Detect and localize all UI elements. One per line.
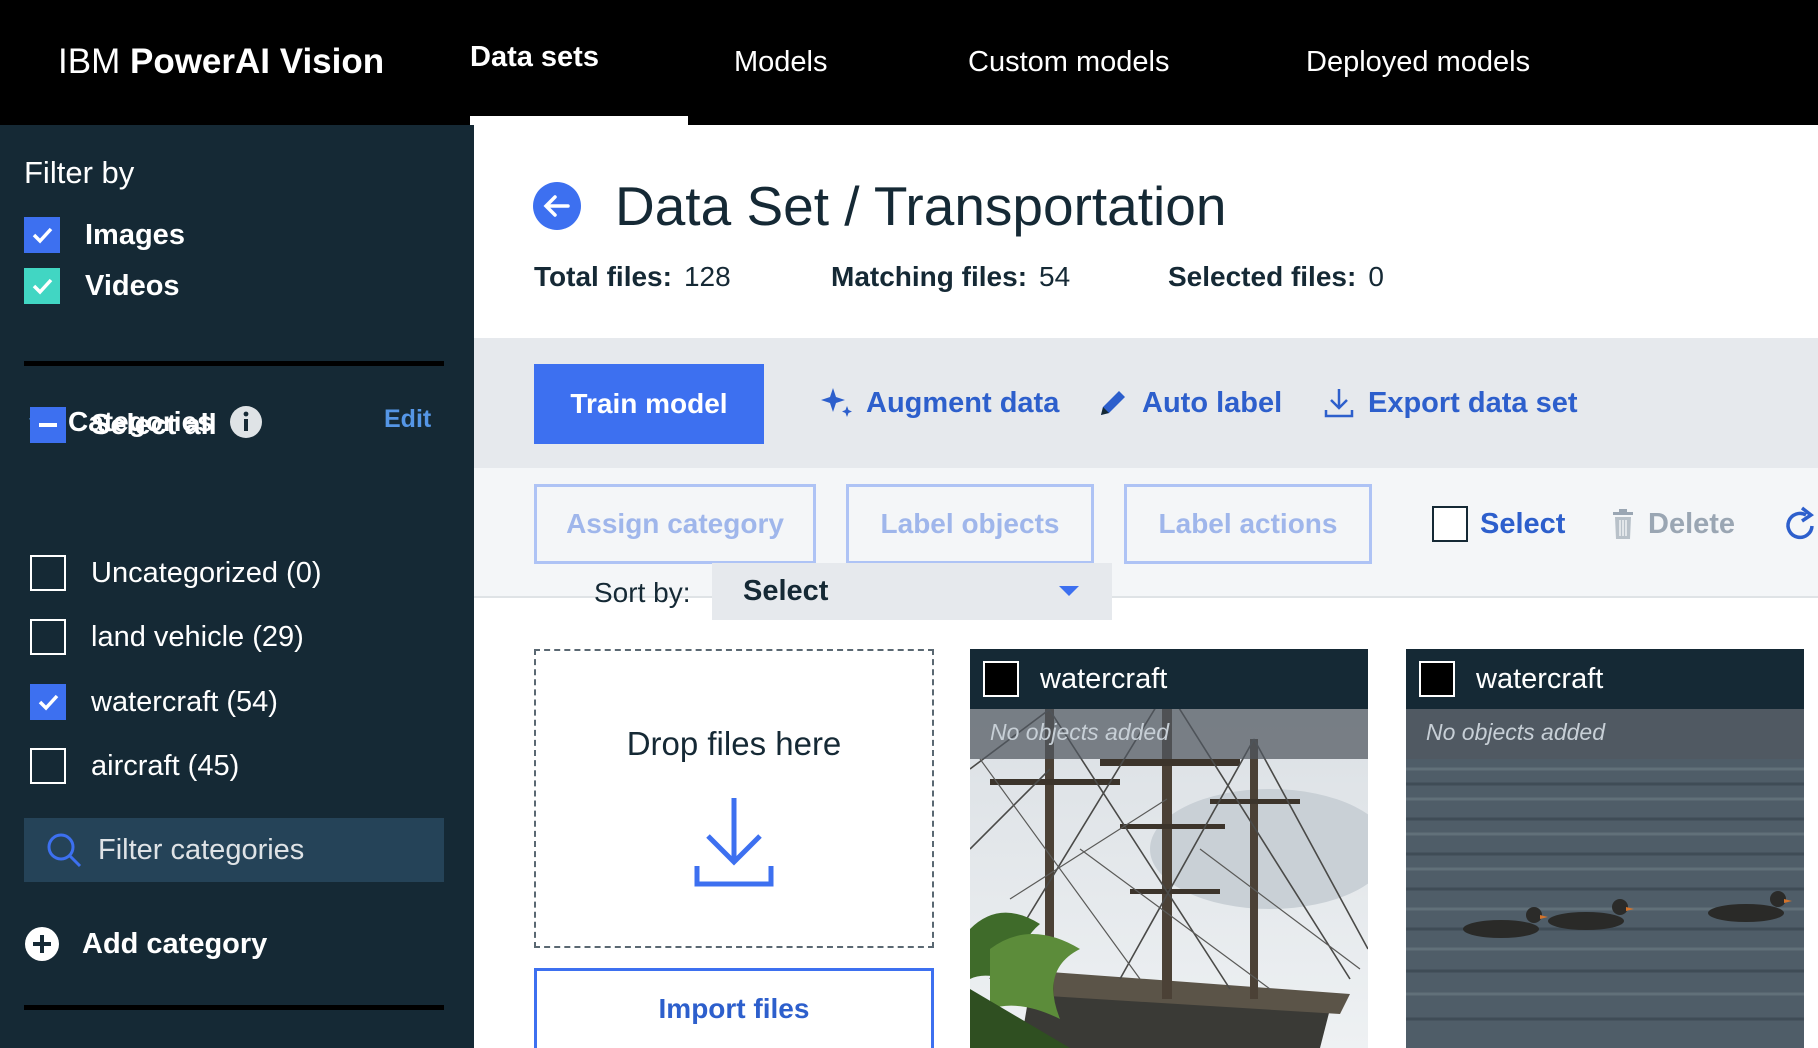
top-navigation: IBM PowerAI Vision Data sets Models Cust…	[0, 0, 1818, 125]
card-select-checkbox[interactable]	[1419, 661, 1455, 697]
checkbox-empty-icon	[30, 555, 66, 591]
file-drop-zone[interactable]: Drop files here	[534, 649, 934, 948]
active-tab-indicator	[470, 116, 688, 125]
checkbox-checked-icon	[24, 217, 60, 253]
sidebar-divider	[24, 1005, 444, 1010]
filter-sidebar: Filter by Images Videos Categories Edit …	[0, 125, 474, 1048]
checkbox-indeterminate-icon	[30, 407, 66, 443]
checkbox-empty-icon	[30, 619, 66, 655]
sort-by-dropdown[interactable]: Select	[712, 563, 1112, 620]
filter-categories-field[interactable]	[24, 818, 444, 882]
add-category-label: Add category	[82, 927, 268, 960]
stat-key: Total files:	[534, 261, 672, 292]
delete-label: Delete	[1648, 507, 1736, 540]
category-label: Uncategorized (0)	[91, 557, 322, 589]
sidebar-divider	[24, 361, 444, 366]
sort-selected-value: Select	[743, 575, 829, 607]
category-land-vehicle-checkbox[interactable]: land vehicle (29)	[30, 619, 304, 655]
download-icon	[1324, 389, 1354, 418]
matching-files-stat: Matching files: 54	[831, 259, 1070, 295]
tab-label: Data sets	[470, 41, 599, 73]
delete-button[interactable]: Delete	[1612, 504, 1735, 544]
edit-categories-link[interactable]: Edit	[384, 405, 431, 434]
tab-data-sets[interactable]: Data sets	[470, 0, 688, 125]
card-category: watercraft	[1476, 663, 1604, 695]
sort-by-label: Sort by:	[594, 577, 691, 608]
brand-ibm: IBM	[58, 42, 121, 81]
category-aircraft-checkbox[interactable]: aircraft (45)	[30, 748, 239, 784]
total-files-stat: Total files: 128	[534, 259, 731, 295]
brand-product: PowerAI Vision	[129, 42, 385, 81]
refresh-icon[interactable]	[1784, 504, 1818, 544]
add-circle-icon	[25, 927, 59, 961]
add-category-button[interactable]: Add category	[24, 924, 267, 964]
tab-deployed-models[interactable]: Deployed models	[1306, 0, 1530, 125]
search-icon	[47, 833, 82, 868]
page-title: Data Set / Transportation	[615, 175, 1227, 237]
filter-categories-input[interactable]	[98, 833, 438, 867]
filter-videos-checkbox[interactable]: Videos	[24, 268, 180, 304]
tab-label: Models	[734, 46, 828, 78]
app-brand: IBM PowerAI Vision	[58, 40, 384, 84]
auto-label-button[interactable]: Auto label	[1096, 378, 1282, 428]
tab-models[interactable]: Models	[734, 0, 828, 125]
stat-key: Matching files:	[831, 261, 1028, 292]
stat-value: 128	[683, 261, 731, 292]
file-card[interactable]: watercraft No objects added	[970, 649, 1368, 1048]
category-uncategorized-checkbox[interactable]: Uncategorized (0)	[30, 555, 322, 591]
back-arrow-icon[interactable]	[532, 181, 582, 231]
label-actions-button[interactable]: Label actions	[1124, 484, 1372, 564]
dataset-toolbar: Train model Augment data Auto label Expo…	[474, 338, 1818, 468]
filter-images-label: Images	[85, 219, 185, 251]
selected-files-stat: Selected files: 0	[1168, 259, 1384, 295]
tab-custom-models[interactable]: Custom models	[968, 0, 1169, 125]
select-all-label: Select all	[91, 409, 217, 441]
card-caption: watercraft	[970, 649, 1368, 709]
import-files-button[interactable]: Import files	[534, 968, 934, 1048]
card-select-checkbox[interactable]	[983, 661, 1019, 697]
dataset-header: Data Set / Transportation Total files: 12…	[474, 125, 1818, 338]
info-icon[interactable]	[229, 405, 263, 439]
pencil-icon	[1101, 391, 1125, 415]
checkbox-empty-icon	[1432, 506, 1468, 542]
export-data-set-label: Export data set	[1368, 386, 1578, 419]
card-status: No objects added	[990, 719, 1170, 745]
caret-down-icon	[1059, 586, 1079, 596]
select-files-toggle[interactable]: Select	[1432, 506, 1565, 542]
label-objects-button[interactable]: Label objects	[846, 484, 1094, 564]
tab-label: Custom models	[968, 46, 1170, 78]
assign-category-button[interactable]: Assign category	[534, 484, 816, 564]
stat-value: 0	[1368, 261, 1384, 292]
category-watercraft-checkbox[interactable]: watercraft (54)	[30, 684, 278, 720]
drop-zone-text: Drop files here	[626, 725, 842, 762]
card-status-bar: No objects added	[970, 709, 1368, 759]
auto-label-label: Auto label	[1142, 386, 1283, 419]
card-category: watercraft	[1040, 663, 1168, 695]
export-data-set-button[interactable]: Export data set	[1322, 378, 1578, 428]
select-label: Select	[1480, 507, 1566, 540]
train-model-button[interactable]: Train model	[534, 364, 764, 444]
stat-value: 54	[1039, 261, 1071, 292]
trash-icon	[1613, 509, 1633, 539]
checkbox-checked-icon	[24, 268, 60, 304]
augment-data-button[interactable]: Augment data	[820, 378, 1059, 428]
stat-key: Selected files:	[1168, 261, 1357, 292]
download-arrow-icon	[694, 798, 774, 887]
select-all-checkbox[interactable]: Select all	[30, 407, 217, 443]
sparkle-icon	[821, 388, 852, 417]
file-card[interactable]: watercraft No objects added	[1406, 649, 1804, 1048]
filter-images-checkbox[interactable]: Images	[24, 217, 185, 253]
filter-title: Filter by	[24, 155, 135, 190]
checkbox-checked-icon	[30, 684, 66, 720]
augment-data-label: Augment data	[866, 386, 1060, 419]
category-label: watercraft (54)	[91, 686, 278, 718]
category-label: land vehicle (29)	[91, 621, 304, 653]
tab-label: Deployed models	[1306, 46, 1531, 78]
card-status: No objects added	[1426, 719, 1606, 745]
category-label: aircraft (45)	[91, 750, 240, 782]
checkbox-empty-icon	[30, 748, 66, 784]
card-caption: watercraft	[1406, 649, 1804, 709]
filter-videos-label: Videos	[85, 270, 180, 302]
card-status-bar: No objects added	[1406, 709, 1804, 759]
